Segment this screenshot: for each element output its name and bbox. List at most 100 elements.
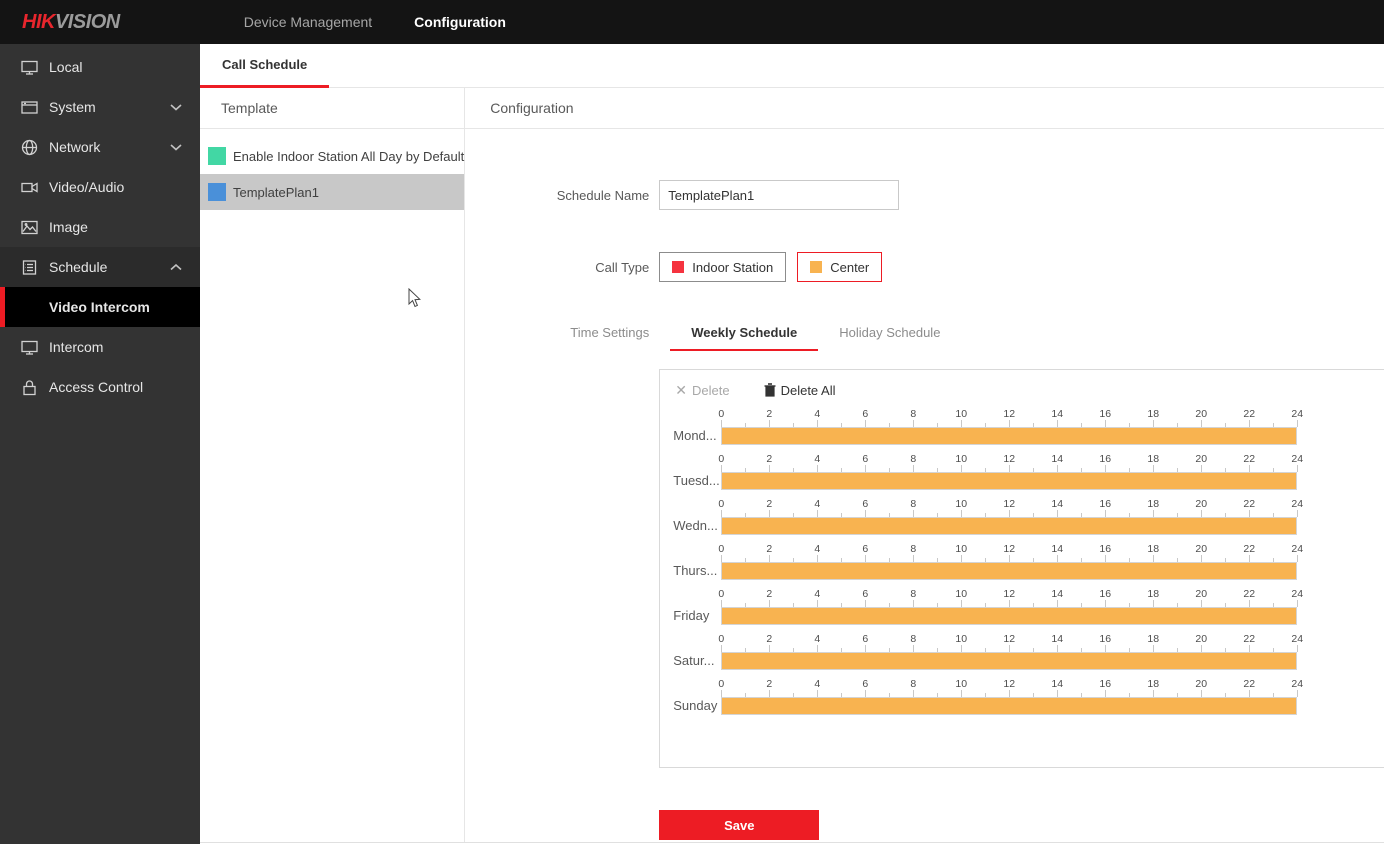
tick-mark xyxy=(1249,690,1250,697)
hour-tick-label: 12 xyxy=(1003,543,1015,555)
day-timeline[interactable]: 024681012141618202224 xyxy=(721,588,1299,625)
sidebar-item-image[interactable]: Image xyxy=(0,207,200,247)
tick-mark xyxy=(865,690,866,697)
template-panel: Template Enable Indoor Station All Day b… xyxy=(200,88,465,842)
tick-mark xyxy=(1297,510,1298,517)
sidebar-item-schedule[interactable]: Schedule xyxy=(0,247,200,287)
tick-mark xyxy=(1009,465,1010,472)
tick-mark xyxy=(913,645,914,652)
tab-call-schedule[interactable]: Call Schedule xyxy=(200,44,329,88)
day-timeline[interactable]: 024681012141618202224 xyxy=(721,453,1299,490)
tick-mark xyxy=(1297,600,1298,607)
tick-mark xyxy=(1201,555,1202,562)
save-button[interactable]: Save xyxy=(659,810,819,840)
hour-tick-label: 20 xyxy=(1195,408,1207,420)
tick-mark xyxy=(817,600,818,607)
hour-tick-label: 24 xyxy=(1291,408,1303,420)
tick-mark xyxy=(913,510,914,517)
tick-mark xyxy=(1009,645,1010,652)
day-timeline[interactable]: 024681012141618202224 xyxy=(721,408,1299,445)
hikvision-logo: HIKVISION xyxy=(22,11,120,34)
tick-mark xyxy=(1201,645,1202,652)
day-label: Thurs... xyxy=(673,563,721,580)
hour-tick-label: 6 xyxy=(862,678,868,690)
schedule-bar[interactable] xyxy=(721,562,1297,580)
hour-tick-label: 18 xyxy=(1147,678,1159,690)
day-timeline[interactable]: 024681012141618202224 xyxy=(721,633,1299,670)
sidebar-item-intercom[interactable]: Intercom xyxy=(0,327,200,367)
nav-device-management[interactable]: Device Management xyxy=(244,14,372,30)
hour-tick-label: 2 xyxy=(766,543,772,555)
weekly-toolbar: ✕ Delete Delete All xyxy=(660,370,1384,401)
hour-tick-label: 22 xyxy=(1243,543,1255,555)
schedule-bar[interactable] xyxy=(721,697,1297,715)
hour-tick-label: 16 xyxy=(1099,588,1111,600)
delete-button[interactable]: ✕ Delete xyxy=(675,382,729,399)
tick-mark xyxy=(1153,420,1154,427)
day-timeline[interactable]: 024681012141618202224 xyxy=(721,543,1299,580)
schedule-name-input[interactable] xyxy=(659,180,899,210)
call-type-indoor-station-button[interactable]: Indoor Station xyxy=(659,252,786,282)
call-type-center-button[interactable]: Center xyxy=(797,252,882,282)
template-item[interactable]: TemplatePlan1 xyxy=(200,174,464,210)
hour-tick-label: 8 xyxy=(910,543,916,555)
schedule-bar[interactable] xyxy=(721,517,1297,535)
configuration-header: Configuration xyxy=(465,88,1384,129)
sidebar-item-video-intercom[interactable]: Video Intercom xyxy=(0,287,200,327)
sidebar-item-video-audio[interactable]: Video/Audio xyxy=(0,167,200,207)
sidebar-item-network[interactable]: Network xyxy=(0,127,200,167)
tick-mark xyxy=(961,690,962,697)
x-icon: ✕ xyxy=(675,382,687,399)
nav-configuration[interactable]: Configuration xyxy=(414,14,506,30)
hour-tick-label: 10 xyxy=(955,633,967,645)
schedule-day-row: Mond...024681012141618202224 xyxy=(660,408,1384,445)
template-item[interactable]: Enable Indoor Station All Day by Default xyxy=(200,138,464,174)
template-list: Enable Indoor Station All Day by Default… xyxy=(200,138,464,210)
tick-mark xyxy=(1297,645,1298,652)
tick-mark xyxy=(769,600,770,607)
hour-tick-label: 18 xyxy=(1147,543,1159,555)
configuration-panel: Configuration Schedule Name Call Type In… xyxy=(465,88,1384,842)
schedule-bar[interactable] xyxy=(721,607,1297,625)
hour-tick-label: 4 xyxy=(814,678,820,690)
tab-holiday-schedule[interactable]: Holiday Schedule xyxy=(818,325,961,351)
sidebar-item-access-control[interactable]: Access Control xyxy=(0,367,200,407)
template-color-swatch xyxy=(208,147,226,165)
tick-mark xyxy=(1153,465,1154,472)
schedule-day-row: Thurs...024681012141618202224 xyxy=(660,543,1384,580)
tick-mark xyxy=(1249,555,1250,562)
schedule-tabs: Time Settings Weekly Schedule Holiday Sc… xyxy=(570,325,1384,351)
hour-tick-label: 10 xyxy=(955,408,967,420)
hour-tick-label: 14 xyxy=(1051,543,1063,555)
day-timeline[interactable]: 024681012141618202224 xyxy=(721,498,1299,535)
tab-weekly-schedule[interactable]: Weekly Schedule xyxy=(670,325,818,351)
chevron-up-icon xyxy=(170,264,182,271)
tab-time-settings[interactable]: Time Settings xyxy=(570,325,670,351)
tick-mark xyxy=(721,690,722,697)
schedule-bar[interactable] xyxy=(721,472,1297,490)
tick-mark xyxy=(1105,510,1106,517)
monitor-icon xyxy=(21,59,38,76)
monitor-icon xyxy=(21,339,38,356)
tick-mark xyxy=(769,510,770,517)
tick-mark xyxy=(1105,690,1106,697)
hour-tick-label: 8 xyxy=(910,633,916,645)
sidebar-item-local[interactable]: Local xyxy=(0,47,200,87)
hour-tick-label: 18 xyxy=(1147,408,1159,420)
image-icon xyxy=(21,219,38,236)
schedule-day-row: Tuesd...024681012141618202224 xyxy=(660,453,1384,490)
schedule-bar[interactable] xyxy=(721,427,1297,445)
hour-tick-label: 6 xyxy=(862,543,868,555)
hour-tick-label: 6 xyxy=(862,453,868,465)
tick-mark xyxy=(769,645,770,652)
schedule-bar[interactable] xyxy=(721,652,1297,670)
delete-all-button[interactable]: Delete All xyxy=(764,383,836,398)
tick-mark xyxy=(865,510,866,517)
tick-mark xyxy=(721,510,722,517)
hour-tick-label: 12 xyxy=(1003,588,1015,600)
tick-mark xyxy=(817,420,818,427)
sidebar-item-system[interactable]: System xyxy=(0,87,200,127)
day-timeline[interactable]: 024681012141618202224 xyxy=(721,678,1299,715)
tick-mark xyxy=(865,420,866,427)
hour-tick-label: 10 xyxy=(955,543,967,555)
